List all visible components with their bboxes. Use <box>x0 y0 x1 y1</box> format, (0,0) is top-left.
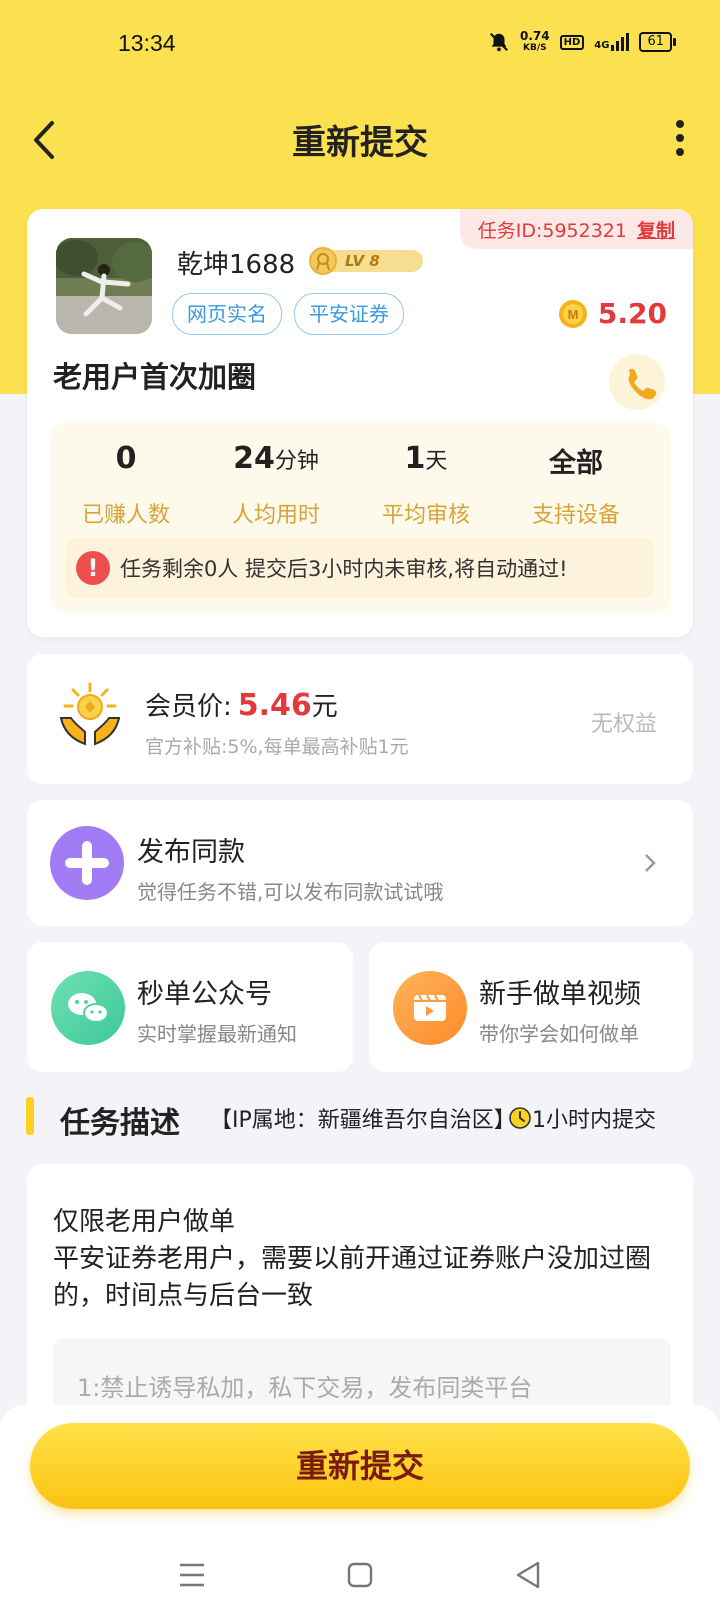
coin-icon: M <box>558 299 587 328</box>
chevron-right-icon <box>645 854 656 872</box>
task-name: 老用户首次加圈 <box>53 360 257 394</box>
section-title: 任务描述 <box>60 1106 180 1141</box>
net-speed: 0.74 KB/S <box>520 29 550 53</box>
page-title: 重新提交 <box>292 123 428 163</box>
member-price-card[interactable]: 会员价: 5.46元 官方补贴:5%,每单最高补贴1元 无权益 <box>27 654 693 784</box>
tag-web-realname: 网页实名 <box>172 293 282 335</box>
clock-icon <box>509 1107 531 1129</box>
stat-avg-time: 24分钟 人均用时 <box>231 441 320 528</box>
status-time: 13:34 <box>118 30 176 56</box>
level-badge: LV 8 <box>307 247 425 275</box>
notice-text: 任务剩余0人 提交后3小时内未审核,将自动通过! <box>120 557 568 581</box>
wechat-title: 秒单公众号 <box>137 979 272 1010</box>
back-nav-icon[interactable] <box>508 1555 548 1595</box>
bottom-action-bar: 重新提交 <box>0 1405 720 1612</box>
avatar <box>56 238 152 334</box>
more-options-icon[interactable] <box>670 118 690 158</box>
section-accent-bar <box>26 1097 34 1135</box>
time-limit: 1小时内提交 <box>508 1102 656 1134</box>
task-card: 任务ID:5952321 复制 乾坤1688 LV 8 网页实名 平安证券 M … <box>27 209 693 637</box>
rights-status: 无权益 <box>590 712 657 737</box>
copy-button[interactable]: 复制 <box>637 216 675 243</box>
reward: M 5.20 <box>558 297 667 330</box>
username: 乾坤1688 <box>177 250 296 280</box>
level-text: LV 8 <box>345 252 380 270</box>
recent-apps-icon[interactable] <box>172 1555 212 1595</box>
tag-pingan-securities: 平安证券 <box>294 293 404 335</box>
wechat-subtitle: 实时掌握最新通知 <box>137 1022 297 1046</box>
stat-earned: 0 已赚人数 <box>81 441 170 528</box>
status-icons: 0.74 KB/S HD 4G 61 <box>488 29 676 54</box>
signal-icon: 4G <box>594 33 630 51</box>
video-icon <box>393 971 467 1045</box>
video-title: 新手做单视频 <box>479 979 641 1010</box>
description-text: 仅限老用户做单 平安证券老用户，需要以前开通过证券账户没加过圈的，时间点与后台一… <box>53 1207 652 1311</box>
hd-icon: HD <box>559 34 585 50</box>
stat-devices: 全部 支持设备 <box>531 448 620 528</box>
rule-text: 1:禁止诱导私加，私下交易，发布同类平台 <box>77 1374 533 1402</box>
stats-panel: 0 已赚人数 24分钟 人均用时 1天 平均审核 全部 支持设备 ! 任务剩余0… <box>51 423 671 613</box>
subsidy-hands-icon <box>59 682 121 746</box>
task-notice: ! 任务剩余0人 提交后3小时内未审核,将自动通过! <box>66 538 654 598</box>
publish-subtitle: 觉得任务不错,可以发布同款试试哦 <box>137 880 444 904</box>
home-icon[interactable] <box>340 1555 380 1595</box>
tutorial-video-card[interactable]: 新手做单视频 带你学会如何做单 <box>369 942 693 1072</box>
phone-icon <box>628 368 657 400</box>
mute-bell-icon <box>489 32 509 52</box>
phone-button[interactable] <box>609 354 665 410</box>
resubmit-button[interactable]: 重新提交 <box>30 1423 690 1509</box>
member-price: 会员价: 5.46元 <box>145 688 338 723</box>
warning-icon: ! <box>76 551 110 585</box>
subsidy-text: 官方补贴:5%,每单最高补贴1元 <box>145 736 409 758</box>
publish-same-card[interactable]: 发布同款 觉得任务不错,可以发布同款试试哦 <box>27 800 693 926</box>
wechat-official-account-card[interactable]: 秒单公众号 实时掌握最新通知 <box>27 942 353 1072</box>
plus-icon <box>50 826 124 900</box>
video-subtitle: 带你学会如何做单 <box>479 1022 639 1046</box>
task-id-badge: 任务ID:5952321 复制 <box>459 209 693 249</box>
battery-icon: 61 <box>639 32 676 52</box>
reward-amount: 5.20 <box>597 297 667 330</box>
ip-location: 【IP属地：新疆维吾尔自治区】 <box>210 1108 516 1133</box>
publish-title: 发布同款 <box>137 837 245 868</box>
wechat-icon <box>51 971 125 1045</box>
svg-text:M: M <box>567 307 578 322</box>
stat-avg-review: 1天 平均审核 <box>381 441 470 528</box>
task-description-card: 仅限老用户做单 平安证券老用户，需要以前开通过证券账户没加过圈的，时间点与后台一… <box>27 1164 693 1438</box>
task-id: 任务ID:5952321 <box>477 219 627 242</box>
